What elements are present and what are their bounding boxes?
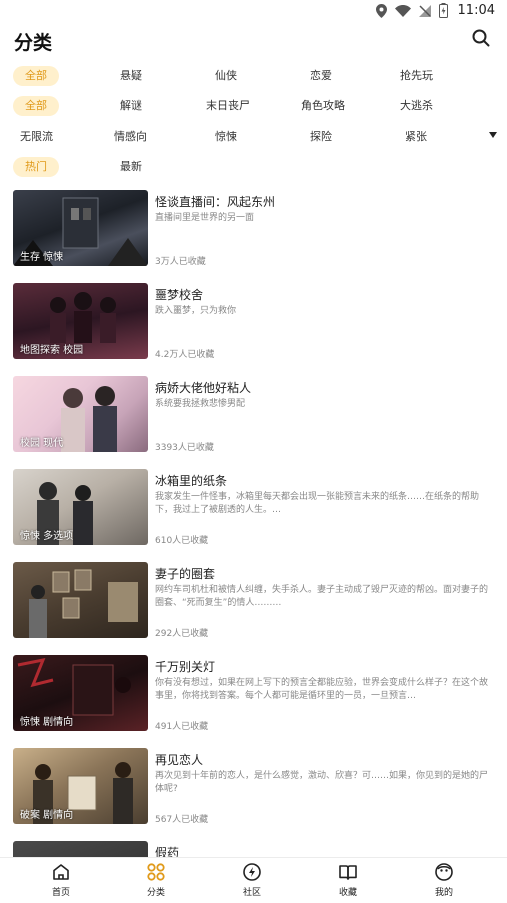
cover-tags: 地图探索 校园 [20, 345, 84, 356]
nav-category-label: 分类 [146, 888, 165, 898]
list-item[interactable]: 生存 惊悚 怪谈直播间：风起东州 直播间里是世界的另一面 3万人已收藏 [0, 190, 507, 270]
item-description: 你有没有想过，如果在网上写下的预言全都能应验，世界会变成什么样子？在这个故事里，… [155, 678, 489, 701]
item-description: 网约车司机杜和被情人纠缠，失手杀人。妻子主动成了毁尸灭迹的帮凶。面对妻子的圈套、… [155, 585, 489, 608]
community-bolt-icon [243, 863, 261, 881]
filter-genre-character[interactable]: 角色攻略 [301, 96, 345, 116]
item-favorite-count: 610人已收藏 [155, 536, 209, 546]
nav-favorites[interactable]: 收藏 [318, 862, 378, 902]
filter-genre-zombie[interactable]: 末日丧尸 [206, 96, 250, 116]
filter-genre-puzzle[interactable]: 解谜 [120, 96, 142, 116]
sort-newest[interactable]: 最新 [120, 157, 142, 177]
filter-row-genre-more: 无限流 情感向 惊悚 探险 紧张 [0, 127, 507, 149]
filter-genre-adventure[interactable]: 探险 [310, 127, 332, 147]
filter-type-xianxia[interactable]: 仙侠 [215, 66, 237, 86]
list-item[interactable]: 妻子的圈套 网约车司机杜和被情人纠缠，失手杀人。妻子主动成了毁尸灭迹的帮凶。面对… [0, 562, 507, 642]
nav-community-label: 社区 [242, 888, 261, 898]
book-icon [339, 865, 357, 880]
filter-row-sort: 热门 最新 [0, 157, 507, 179]
item-title[interactable]: 再见恋人 [155, 751, 203, 768]
cover-tags: 破案 剧情向 [20, 810, 74, 821]
category-grid-icon [147, 863, 165, 881]
list-item[interactable]: 假药 [0, 841, 507, 857]
item-description: 系统要我拯救悲惨男配 [155, 399, 246, 409]
list-item[interactable]: 惊悚 多选项 冰箱里的纸条 我家发生一件怪事，冰箱里每天都会出现一张能预言未来的… [0, 469, 507, 549]
filter-type-romance[interactable]: 恋爱 [310, 66, 332, 86]
bottom-nav: 首页 分类 社区 收藏 我的 [0, 857, 507, 903]
status-icons: 11:04 [375, 3, 495, 18]
page-title: 分类 [14, 32, 53, 54]
sort-hot[interactable]: 热门 [13, 157, 59, 177]
game-list[interactable]: 生存 惊悚 怪谈直播间：风起东州 直播间里是世界的另一面 3万人已收藏 地图探索… [0, 190, 507, 857]
filter-type-suspense[interactable]: 悬疑 [120, 66, 142, 86]
filter-genre-all[interactable]: 全部 [13, 96, 59, 116]
cover-image [13, 841, 148, 857]
filter-genre-infinite[interactable]: 无限流 [20, 127, 53, 147]
item-favorite-count: 567人已收藏 [155, 815, 209, 825]
no-signal-icon [418, 4, 431, 17]
wifi-icon [394, 4, 411, 17]
location-icon [375, 3, 387, 18]
item-description: 跌入噩梦，只为救你 [155, 306, 237, 316]
expand-filters-button[interactable] [489, 132, 497, 138]
item-title[interactable]: 噩梦校舍 [155, 286, 203, 303]
list-item[interactable]: 破案 剧情向 再见恋人 再次见到十年前的恋人，是什么感觉，激动、欣喜？可……如果… [0, 748, 507, 828]
cover-tags: 惊悚 多选项 [20, 531, 74, 542]
cover-image: 破案 剧情向 [13, 748, 148, 824]
cover-image: 校园 现代 [13, 376, 148, 452]
filter-genre-tense[interactable]: 紧张 [405, 127, 427, 147]
filter-type-early-access[interactable]: 抢先玩 [400, 66, 433, 86]
nav-home-label: 首页 [51, 888, 70, 898]
header: 分类 [0, 22, 507, 58]
cover-image: 生存 惊悚 [13, 190, 148, 266]
item-favorite-count: 491人已收藏 [155, 722, 209, 732]
item-title[interactable]: 冰箱里的纸条 [155, 472, 227, 489]
list-item[interactable]: 地图探索 校园 噩梦校舍 跌入噩梦，只为救你 4.2万人已收藏 [0, 283, 507, 363]
item-favorite-count: 3393人已收藏 [155, 443, 214, 453]
cover-image [13, 562, 148, 638]
item-title[interactable]: 千万别关灯 [155, 658, 215, 675]
filter-genre-battle-royale[interactable]: 大逃杀 [400, 96, 433, 116]
profile-face-icon [435, 863, 453, 881]
item-title[interactable]: 病娇大佬他好粘人 [155, 379, 251, 396]
cover-tags: 惊悚 剧情向 [20, 717, 74, 728]
cover-image: 惊悚 多选项 [13, 469, 148, 545]
filter-row-type: 全部 悬疑 仙侠 恋爱 抢先玩 [0, 66, 507, 88]
nav-category[interactable]: 分类 [126, 862, 186, 902]
item-title[interactable]: 妻子的圈套 [155, 565, 215, 582]
item-description: 再次见到十年前的恋人，是什么感觉，激动、欣喜？可……如果，你见到的是她的尸体呢? [155, 771, 489, 794]
nav-profile-label: 我的 [434, 888, 453, 898]
filter-row-genre: 全部 解谜 末日丧尸 角色攻略 大逃杀 [0, 96, 507, 118]
cover-tags: 校园 现代 [20, 438, 64, 449]
cover-tags: 生存 惊悚 [20, 252, 64, 263]
item-description: 直播间里是世界的另一面 [155, 213, 255, 223]
nav-home[interactable]: 首页 [31, 862, 91, 902]
item-favorite-count: 3万人已收藏 [155, 257, 206, 267]
cover-image: 惊悚 剧情向 [13, 655, 148, 731]
filter-genre-emotional[interactable]: 情感向 [114, 127, 147, 147]
list-item[interactable]: 校园 现代 病娇大佬他好粘人 系统要我拯救悲惨男配 3393人已收藏 [0, 376, 507, 456]
nav-community[interactable]: 社区 [222, 862, 282, 902]
nav-favorites-label: 收藏 [338, 888, 357, 898]
item-title[interactable]: 怪谈直播间：风起东州 [155, 193, 275, 210]
cover-image: 地图探索 校园 [13, 283, 148, 359]
nav-profile[interactable]: 我的 [414, 862, 474, 902]
search-icon [472, 29, 490, 47]
item-description: 我家发生一件怪事，冰箱里每天都会出现一张能预言未来的纸条……在纸条的帮助下，我过… [155, 492, 480, 515]
item-title[interactable]: 假药 [155, 844, 179, 857]
search-button[interactable] [471, 28, 493, 50]
item-favorite-count: 4.2万人已收藏 [155, 350, 215, 360]
battery-icon [438, 3, 448, 18]
status-bar: 11:04 [0, 0, 507, 22]
filter-genre-thriller[interactable]: 惊悚 [215, 127, 237, 147]
item-favorite-count: 292人已收藏 [155, 629, 209, 639]
filter-type-all[interactable]: 全部 [13, 66, 59, 86]
cover-art [29, 569, 138, 638]
list-item[interactable]: 惊悚 剧情向 千万别关灯 你有没有想过，如果在网上写下的预言全都能应验，世界会变… [0, 655, 507, 735]
home-icon [53, 864, 69, 880]
status-time: 11:04 [457, 3, 495, 18]
